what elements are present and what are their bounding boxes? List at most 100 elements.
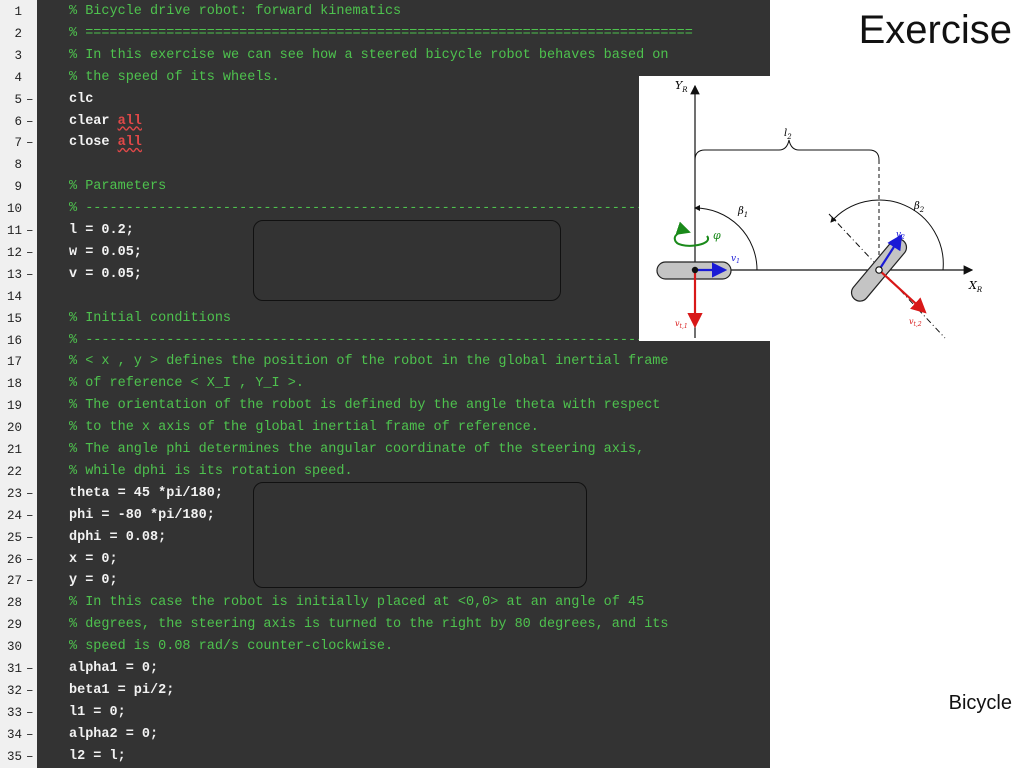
breakpoint-marker[interactable]: – bbox=[26, 483, 34, 505]
code-comment: % Bicycle drive robot: forward kinematic… bbox=[69, 4, 402, 19]
code-comment: % In this exercise we can see how a stee… bbox=[69, 47, 669, 63]
length-label: l2 bbox=[784, 128, 792, 141]
code-statement: clc bbox=[69, 91, 94, 107]
slide-title: Exercise bbox=[858, 8, 1012, 52]
line-number: 26 bbox=[6, 552, 22, 567]
code-statement: l = 0.2; bbox=[69, 223, 134, 238]
line-number: 18 bbox=[6, 377, 22, 392]
code-statement: dphi = 0.08; bbox=[69, 529, 167, 545]
breakpoint-marker[interactable]: – bbox=[26, 658, 34, 680]
breakpoint-marker[interactable]: – bbox=[26, 724, 34, 746]
breakpoint-marker[interactable]: – bbox=[26, 527, 34, 549]
line-number: 1 bbox=[14, 5, 22, 19]
v2-label: v2 bbox=[896, 230, 905, 241]
bicycle-kinematics-diagram: YR XR l2 β1 β2 v1 vt,1 φ v2 vt,2 bbox=[639, 76, 984, 341]
breakpoint-marker[interactable]: – bbox=[26, 220, 34, 242]
line-number: 5 bbox=[14, 92, 22, 107]
line-number: 11 bbox=[6, 224, 22, 238]
breakpoint-marker[interactable]: – bbox=[26, 680, 34, 702]
breakpoint-marker[interactable]: – bbox=[26, 570, 34, 592]
code-line[interactable]: 31– alpha1 = 0; bbox=[0, 658, 770, 680]
length-brace bbox=[694, 139, 880, 161]
code-comment: % The orientation of the robot is define… bbox=[69, 398, 661, 414]
line-number: 27 bbox=[6, 574, 22, 589]
line-number: 9 bbox=[14, 180, 22, 195]
code-comment: % ======================================… bbox=[69, 25, 693, 41]
code-line[interactable]: 33– l1 = 0; bbox=[0, 702, 770, 724]
breakpoint-marker[interactable]: – bbox=[26, 549, 34, 571]
code-statement: theta = 45 *pi/180; bbox=[69, 485, 223, 501]
code-statement: phi = -80 *pi/180; bbox=[69, 507, 215, 523]
code-line[interactable]: 20 % to the x axis of the global inertial… bbox=[0, 417, 770, 439]
breakpoint-marker[interactable]: – bbox=[26, 89, 34, 111]
vt2-arrow bbox=[878, 269, 927, 314]
line-number: 19 bbox=[6, 399, 22, 414]
code-comment: % degrees, the steering axis is turned t… bbox=[69, 617, 669, 633]
line-number: 33 bbox=[6, 705, 22, 720]
code-line[interactable]: 21 % The angle phi determines the angular… bbox=[0, 439, 770, 461]
breakpoint-marker[interactable]: – bbox=[26, 505, 34, 527]
code-statement: close all bbox=[69, 135, 142, 151]
code-line[interactable]: 1 % Bicycle drive robot: forward kinemati… bbox=[0, 1, 770, 23]
code-line[interactable]: 17 % < x , y > defines the position of th… bbox=[0, 351, 770, 373]
highlight-box-initial-conditions bbox=[253, 482, 587, 588]
code-comment: % Initial conditions bbox=[69, 310, 232, 326]
breakpoint-marker[interactable]: – bbox=[26, 242, 34, 264]
y-axis-label: YR bbox=[675, 79, 688, 94]
code-comment: % In this case the robot is initially pl… bbox=[69, 595, 645, 611]
line-number: 30 bbox=[6, 640, 22, 655]
slide-footer: Bicycle bbox=[948, 692, 1012, 714]
vt2-label: vt,2 bbox=[909, 317, 922, 328]
code-comment: % The angle phi determines the angular c… bbox=[69, 442, 645, 457]
line-number: 21 bbox=[6, 443, 22, 457]
code-line[interactable]: 30 % speed is 0.08 rad/s counter-clockwis… bbox=[0, 636, 770, 658]
front-wheel-center bbox=[691, 266, 699, 274]
code-statement: alpha2 = 0; bbox=[69, 726, 159, 742]
code-comment: % the speed of its wheels. bbox=[69, 69, 280, 85]
line-number: 4 bbox=[14, 70, 22, 85]
line-number: 28 bbox=[6, 596, 22, 611]
breakpoint-marker[interactable]: – bbox=[26, 111, 34, 133]
code-keyword: all bbox=[117, 135, 142, 151]
line-number: 2 bbox=[14, 26, 22, 41]
line-number: 32 bbox=[6, 683, 22, 698]
vt1-label: vt,1 bbox=[675, 319, 688, 330]
code-line[interactable]: 35– l2 = l; bbox=[0, 746, 770, 768]
line-number: 13 bbox=[6, 267, 22, 282]
beta1-label: β1 bbox=[737, 206, 748, 219]
code-comment: % --------------------------------------… bbox=[69, 201, 661, 217]
line-number: 15 bbox=[6, 311, 22, 326]
line-number: 8 bbox=[14, 158, 22, 173]
line-number: 35 bbox=[6, 749, 22, 764]
v1-label: v1 bbox=[731, 254, 740, 265]
code-line[interactable]: 18 % of reference < X_I , Y_I >. bbox=[0, 373, 770, 395]
x-axis-label: XR bbox=[968, 279, 983, 294]
rear-wheel-center bbox=[875, 266, 883, 274]
code-statement: l2 = l; bbox=[69, 748, 126, 764]
line-number: 12 bbox=[6, 245, 22, 260]
breakpoint-marker[interactable]: – bbox=[26, 264, 34, 286]
breakpoint-marker[interactable]: – bbox=[26, 746, 34, 768]
code-comment: % < x , y > defines the position of the … bbox=[69, 354, 669, 370]
code-statement: alpha1 = 0; bbox=[69, 661, 159, 676]
line-number: 34 bbox=[6, 727, 22, 742]
code-line[interactable]: 22 % while dphi is its rotation speed. bbox=[0, 461, 770, 483]
breakpoint-marker[interactable]: – bbox=[26, 702, 34, 724]
code-keyword: all bbox=[117, 113, 142, 129]
code-statement: beta1 = pi/2; bbox=[69, 682, 175, 698]
beta2-label: β2 bbox=[913, 201, 925, 214]
line-number: 7 bbox=[14, 136, 22, 151]
breakpoint-marker[interactable]: – bbox=[26, 132, 34, 154]
code-line[interactable]: 28 % In this case the robot is initially … bbox=[0, 592, 770, 614]
code-statement: w = 0.05; bbox=[69, 244, 142, 260]
code-line[interactable]: 19 % The orientation of the robot is defi… bbox=[0, 395, 770, 417]
code-comment: % while dphi is its rotation speed. bbox=[69, 463, 353, 479]
code-line[interactable]: 32– beta1 = pi/2; bbox=[0, 680, 770, 702]
code-line[interactable]: 29 % degrees, the steering axis is turned… bbox=[0, 614, 770, 636]
code-statement: v = 0.05; bbox=[69, 266, 142, 282]
line-number: 3 bbox=[14, 48, 22, 63]
code-line[interactable]: 34– alpha2 = 0; bbox=[0, 724, 770, 746]
code-line[interactable]: 3 % In this exercise we can see how a ste… bbox=[0, 45, 770, 67]
code-comment: % of reference < X_I , Y_I >. bbox=[69, 376, 304, 392]
code-line[interactable]: 2 % =====================================… bbox=[0, 23, 770, 45]
